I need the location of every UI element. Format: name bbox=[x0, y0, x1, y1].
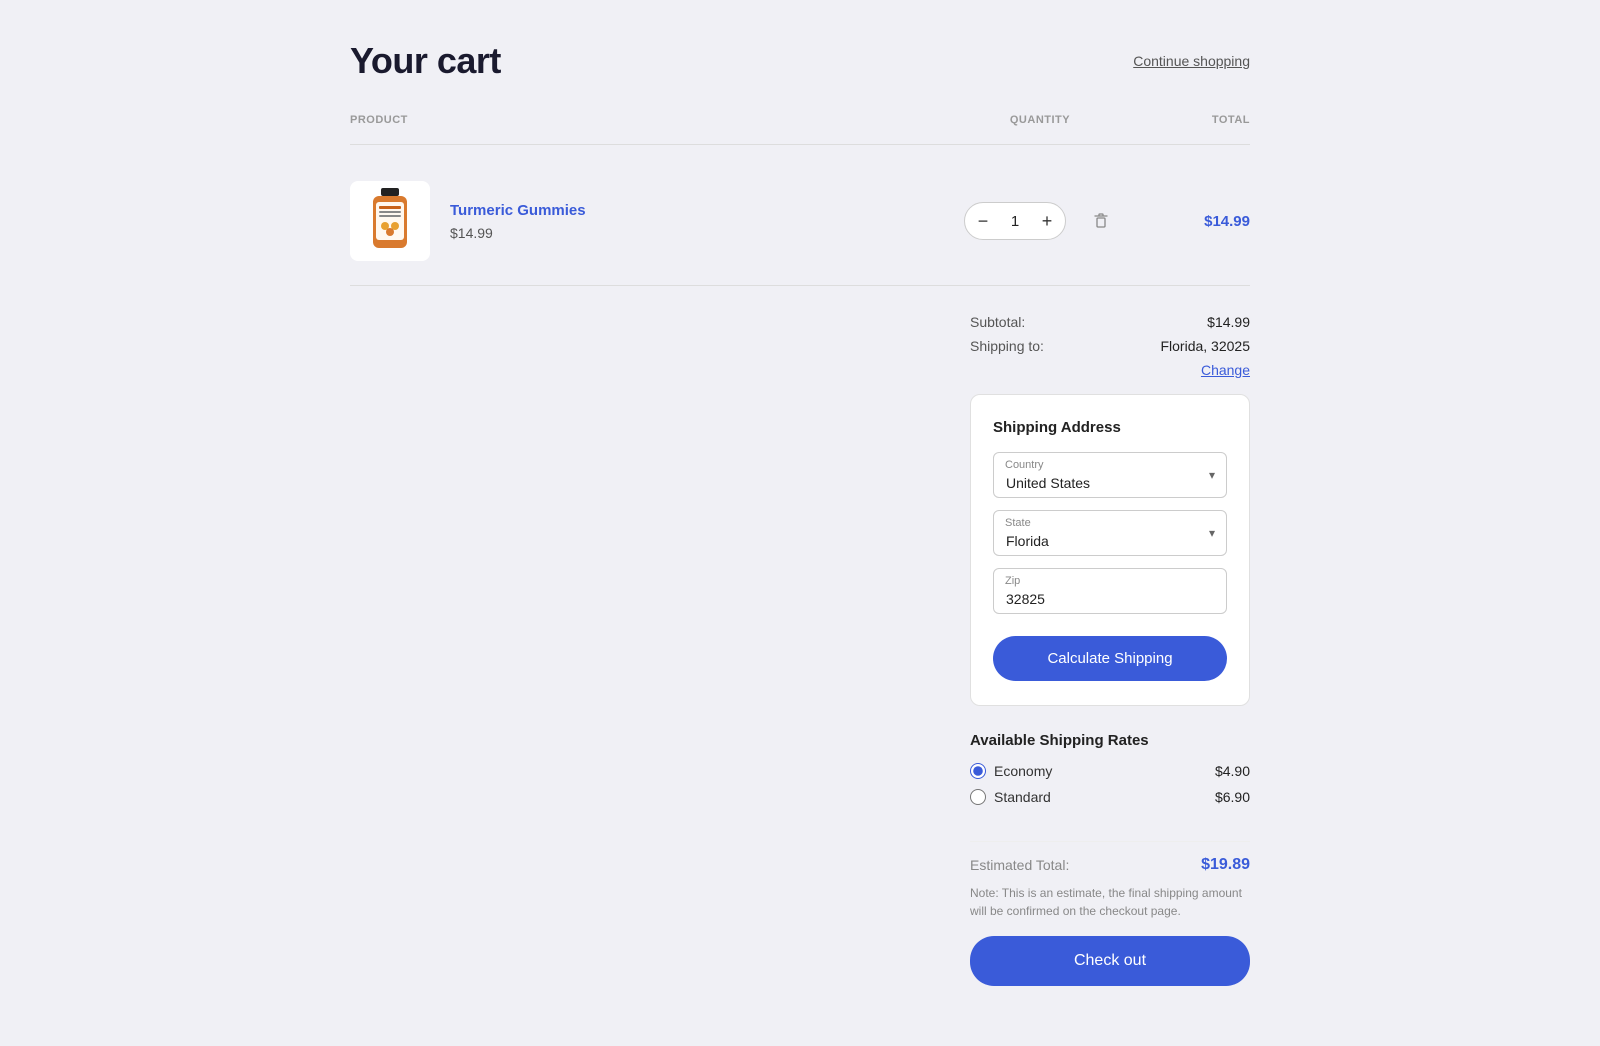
rate-economy-label[interactable]: Economy bbox=[970, 763, 1052, 779]
rate-economy-radio[interactable] bbox=[970, 763, 986, 779]
shipping-address-title: Shipping Address bbox=[993, 419, 1227, 436]
zip-field: Zip bbox=[993, 568, 1227, 614]
shipping-address-box: Shipping Address Country United States ▾… bbox=[970, 394, 1250, 706]
item-price: $14.99 bbox=[450, 225, 586, 241]
cart-columns: PRODUCT QUANTITY TOTAL bbox=[350, 114, 1250, 136]
state-field: State Florida ▾ bbox=[993, 510, 1227, 556]
rate-economy-price: $4.90 bbox=[1215, 763, 1250, 779]
subtotal-value: $14.99 bbox=[1207, 314, 1250, 330]
continue-shopping-link[interactable]: Continue shopping bbox=[1133, 53, 1250, 69]
shipping-to-value: Florida, 32025 bbox=[1160, 338, 1250, 354]
item-image bbox=[350, 181, 430, 261]
delete-item-button[interactable] bbox=[1086, 205, 1116, 238]
estimated-total-row: Estimated Total: $19.89 bbox=[970, 856, 1250, 874]
rate-standard-label[interactable]: Standard bbox=[970, 789, 1051, 805]
shipping-to-label: Shipping to: bbox=[970, 338, 1044, 354]
cart-item: Turmeric Gummies $14.99 − 1 + $14.99 bbox=[350, 165, 1250, 277]
rate-economy: Economy $4.90 bbox=[970, 763, 1250, 779]
estimate-note: Note: This is an estimate, the final shi… bbox=[970, 884, 1250, 920]
page-title: Your cart bbox=[350, 40, 501, 82]
item-name: Turmeric Gummies bbox=[450, 202, 586, 219]
summary-section: Subtotal: $14.99 Shipping to: Florida, 3… bbox=[350, 314, 1250, 986]
state-select[interactable]: Florida bbox=[993, 510, 1227, 556]
calculate-shipping-button[interactable]: Calculate Shipping bbox=[993, 636, 1227, 681]
rate-standard-radio[interactable] bbox=[970, 789, 986, 805]
change-shipping-link[interactable]: Change bbox=[1201, 362, 1250, 378]
cart-header: Your cart Continue shopping bbox=[350, 40, 1250, 82]
estimated-total-section: Estimated Total: $19.89 Note: This is an… bbox=[970, 841, 1250, 986]
quantity-controls: − 1 + bbox=[930, 202, 1150, 240]
available-rates-section: Available Shipping Rates Economy $4.90 S… bbox=[970, 732, 1250, 815]
decrease-qty-button[interactable]: − bbox=[965, 203, 1001, 239]
header-divider bbox=[350, 144, 1250, 145]
quantity-stepper: − 1 + bbox=[964, 202, 1066, 240]
increase-qty-button[interactable]: + bbox=[1029, 203, 1065, 239]
rate-standard: Standard $6.90 bbox=[970, 789, 1250, 805]
rate-standard-name: Standard bbox=[994, 789, 1051, 805]
column-total: TOTAL bbox=[1150, 114, 1250, 126]
subtotal-label: Subtotal: bbox=[970, 314, 1025, 330]
shipping-to-row: Shipping to: Florida, 32025 bbox=[970, 338, 1250, 354]
trash-icon bbox=[1092, 211, 1110, 229]
estimated-total-label: Estimated Total: bbox=[970, 857, 1069, 873]
rates-title: Available Shipping Rates bbox=[970, 732, 1250, 749]
column-product: PRODUCT bbox=[350, 114, 930, 126]
checkout-button[interactable]: Check out bbox=[970, 936, 1250, 986]
product-image-svg bbox=[363, 186, 417, 256]
rate-standard-price: $6.90 bbox=[1215, 789, 1250, 805]
column-quantity: QUANTITY bbox=[930, 114, 1150, 126]
item-product: Turmeric Gummies $14.99 bbox=[350, 181, 930, 261]
item-info: Turmeric Gummies $14.99 bbox=[450, 202, 586, 241]
country-select[interactable]: United States bbox=[993, 452, 1227, 498]
country-field: Country United States ▾ bbox=[993, 452, 1227, 498]
rate-economy-name: Economy bbox=[994, 763, 1052, 779]
zip-input[interactable] bbox=[993, 568, 1227, 614]
subtotal-row: Subtotal: $14.99 bbox=[970, 314, 1250, 330]
quantity-value: 1 bbox=[1001, 213, 1029, 230]
estimated-total-value: $19.89 bbox=[1201, 856, 1250, 874]
cart-divider bbox=[350, 285, 1250, 286]
item-total: $14.99 bbox=[1150, 213, 1250, 230]
